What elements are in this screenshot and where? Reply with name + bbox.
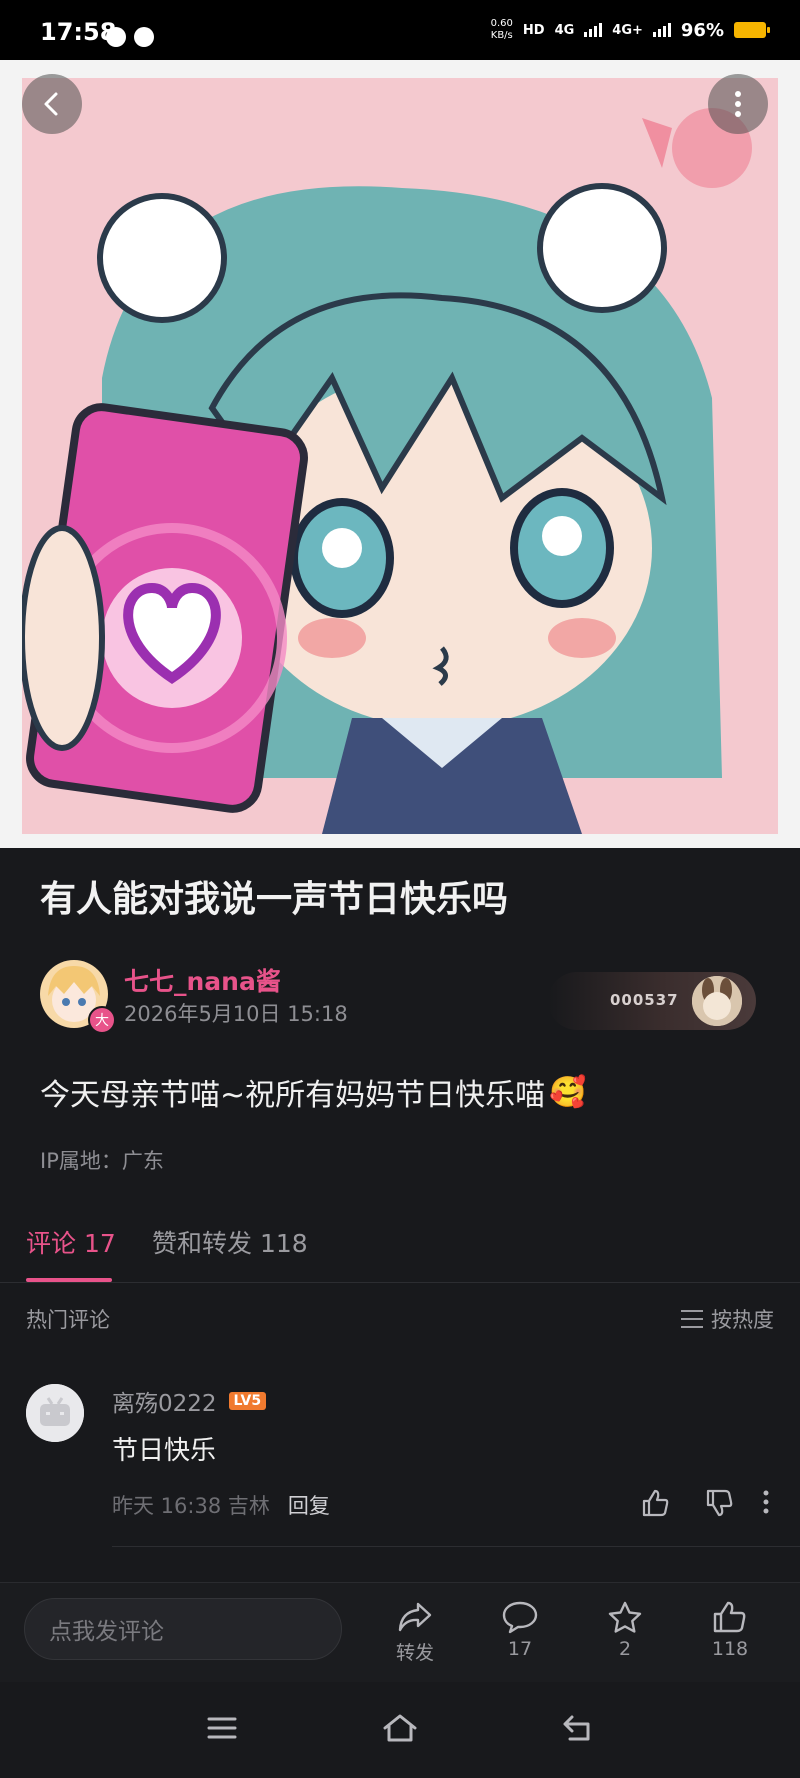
thumbs-up-icon — [713, 1601, 746, 1633]
commenter-name[interactable]: 离殇0222 — [112, 1384, 217, 1418]
post-image[interactable] — [22, 78, 778, 834]
more-vertical-icon — [735, 91, 741, 117]
hot-comments-label: 热门评论 — [26, 1308, 110, 1332]
fan-number: 000537 — [610, 991, 679, 1009]
commenter-info: 离殇0222 LV5 — [112, 1384, 267, 1418]
smiling-hearts-emoji-icon: 🥰 — [549, 1074, 587, 1110]
anime-girl-illustration — [22, 78, 778, 834]
status-notification-icons — [106, 27, 154, 47]
comment-bubble-icon — [502, 1601, 538, 1634]
post-image-area — [0, 60, 800, 848]
comment-meta: 昨天 16:38 吉林 回复 — [112, 1490, 330, 1520]
back-arrow-icon — [44, 92, 58, 116]
commenter-avatar[interactable] — [26, 1384, 84, 1442]
ip-location: IP属地：广东 — [40, 1149, 164, 1173]
comment-divider — [112, 1546, 800, 1547]
sort-label: 按热度 — [711, 1308, 774, 1332]
thumbs-up-icon — [642, 1489, 669, 1517]
share-arrow-icon — [398, 1602, 432, 1632]
comment-time-location: 昨天 16:38 吉林 — [112, 1494, 270, 1518]
sort-by-popularity-button[interactable]: 按热度 — [681, 1304, 774, 1334]
fan-medal-avatar — [692, 976, 742, 1026]
comment-more-button[interactable] — [762, 1488, 770, 1520]
app-notification-icon — [134, 27, 154, 47]
more-vertical-icon — [763, 1490, 769, 1514]
comment-input[interactable]: 点我发评论 — [24, 1598, 342, 1660]
status-right-group: 0.60 KB/s HD 4G 4G+ 96% — [490, 18, 770, 42]
post-date: 2026年5月10日 15:18 — [124, 1002, 348, 1026]
signal-bars-icon — [584, 23, 603, 37]
home-icon — [383, 1714, 417, 1742]
hd-icon: HD — [522, 22, 545, 38]
signal-4g-label: 4G — [554, 22, 575, 38]
like-button[interactable]: 118 — [690, 1600, 770, 1660]
app-notification-icon — [106, 27, 126, 47]
like-count: 118 — [711, 1638, 749, 1660]
author-name[interactable]: 七七_nana酱 — [124, 962, 281, 998]
back-button[interactable] — [22, 74, 82, 134]
default-tv-avatar-icon — [26, 1384, 84, 1442]
back-return-icon — [563, 1715, 590, 1741]
battery-percent: 96% — [680, 19, 724, 41]
author-verified-badge: 大 — [88, 1006, 116, 1034]
level-badge: LV5 — [228, 1392, 267, 1410]
comment-text: 节日快乐 — [112, 1436, 217, 1466]
favorite-button[interactable]: 2 — [585, 1600, 665, 1660]
comment-dislike-button[interactable] — [704, 1488, 734, 1522]
reply-button[interactable]: 回复 — [288, 1490, 330, 1520]
comment-like-button[interactable] — [640, 1488, 670, 1522]
recent-apps-button[interactable] — [202, 1710, 242, 1746]
post-content-text: 今天母亲节喵~祝所有妈妈节日快乐喵 — [40, 1078, 546, 1113]
system-back-button[interactable] — [558, 1710, 598, 1746]
share-button[interactable]: 转发 — [375, 1600, 455, 1665]
status-time: 17:58 — [40, 18, 117, 46]
thumbs-down-icon — [706, 1489, 733, 1517]
comment-count: 17 — [507, 1638, 533, 1660]
more-options-button[interactable] — [708, 74, 768, 134]
tab-likes-and-shares[interactable]: 赞和转发 118 — [152, 1224, 308, 1260]
tab-comments[interactable]: 评论 17 — [26, 1224, 116, 1260]
post-title: 有人能对我说一声节日快乐吗 — [40, 879, 509, 920]
signal-bars-icon — [652, 23, 671, 37]
favorite-count: 2 — [618, 1638, 632, 1660]
star-icon — [608, 1601, 642, 1633]
status-bar: 17:58 0.60 KB/s HD 4G 4G+ 96% — [0, 0, 800, 60]
battery-icon — [734, 22, 770, 38]
sort-lines-icon — [681, 1310, 703, 1328]
menu-lines-icon — [207, 1717, 237, 1739]
comment-count-button[interactable]: 17 — [480, 1600, 560, 1660]
signal-4g-plus-label: 4G+ — [612, 22, 643, 38]
tabs-divider — [0, 1282, 800, 1283]
home-button[interactable] — [380, 1710, 420, 1746]
net-speed: 0.60 KB/s — [490, 18, 513, 41]
post-content: 今天母亲节喵~祝所有妈妈节日快乐喵 🥰 — [40, 1070, 587, 1114]
share-label: 转发 — [395, 1642, 434, 1664]
